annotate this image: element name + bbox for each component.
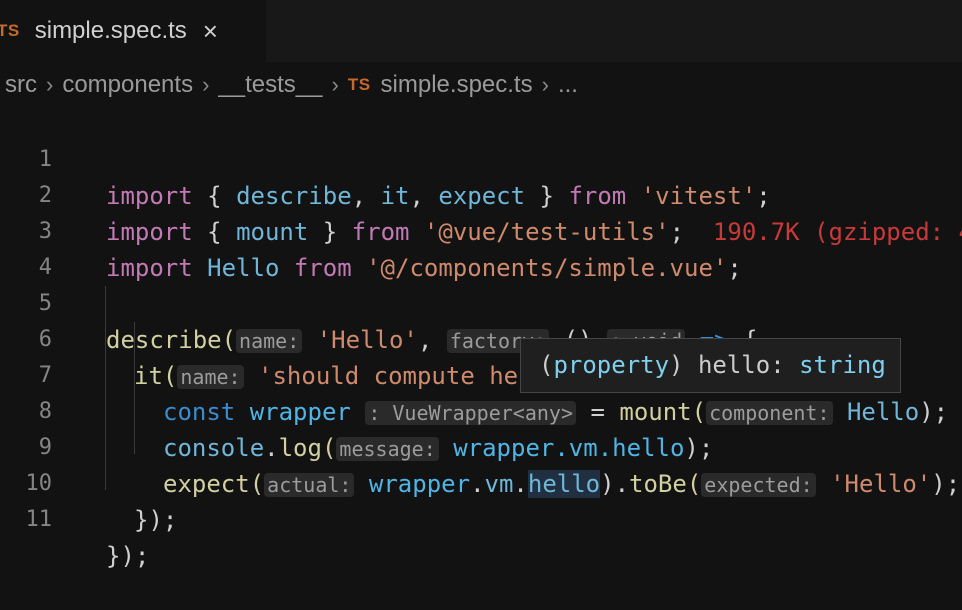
line-content: });: [106, 538, 149, 574]
tab-label: simple.spec.ts: [34, 17, 187, 44]
code-token: });: [106, 542, 150, 570]
breadcrumb-symbols[interactable]: ...: [558, 71, 578, 99]
breadcrumb-components[interactable]: components: [62, 71, 193, 99]
hover-punctuation: (: [539, 351, 554, 379]
tab-bar: TS simple.spec.ts ×: [0, 0, 962, 62]
chevron-right-icon: ›: [331, 71, 339, 97]
line-content: });: [134, 502, 177, 538]
hover-type: string: [799, 351, 886, 379]
hover-tooltip: (property) hello: string: [520, 338, 901, 393]
code-line-2[interactable]: 2 import { mount } from '@vue/test-utils…: [0, 142, 962, 246]
close-icon[interactable]: ×: [203, 18, 218, 44]
hover-signature: hello:: [683, 351, 800, 379]
code-line-6[interactable]: 6 it(name: 'should compute hello', fn: (…: [0, 286, 962, 390]
breadcrumb-tests[interactable]: __tests__: [218, 71, 322, 99]
tab-simple-spec[interactable]: TS simple.spec.ts ×: [0, 0, 266, 62]
breadcrumb-file[interactable]: simple.spec.ts: [381, 71, 533, 99]
hover-kind: property: [553, 351, 670, 379]
code-line-9[interactable]: 9 expect(actual: wrapper.vm.hello).toBe(…: [0, 394, 962, 498]
code-token: });: [134, 506, 178, 534]
code-line-5[interactable]: 5 describe(name: 'Hello', factory: () : …: [0, 250, 962, 354]
breadcrumb-src[interactable]: src: [0, 71, 37, 99]
code-line-3[interactable]: 3 import Hello from '@/components/simple…: [0, 178, 962, 282]
code-editor[interactable]: 1 import { describe, it, expect } from '…: [0, 106, 962, 570]
line-number: 11: [25, 507, 53, 532]
hover-punctuation: ): [669, 351, 684, 379]
typescript-file-icon: TS: [0, 21, 20, 40]
breadcrumb: src › components › __tests__ › TS simple…: [0, 62, 962, 107]
code-line-11[interactable]: 11 });: [0, 466, 962, 570]
typescript-file-icon: TS: [347, 74, 371, 94]
chevron-right-icon: ›: [202, 71, 210, 97]
chevron-right-icon: ›: [541, 71, 549, 97]
chevron-right-icon: ›: [46, 71, 54, 97]
code-line-1[interactable]: 1 import { describe, it, expect } from '…: [0, 106, 962, 210]
code-line-4[interactable]: 4: [0, 214, 962, 280]
code-line-10[interactable]: 10 });: [0, 430, 962, 534]
